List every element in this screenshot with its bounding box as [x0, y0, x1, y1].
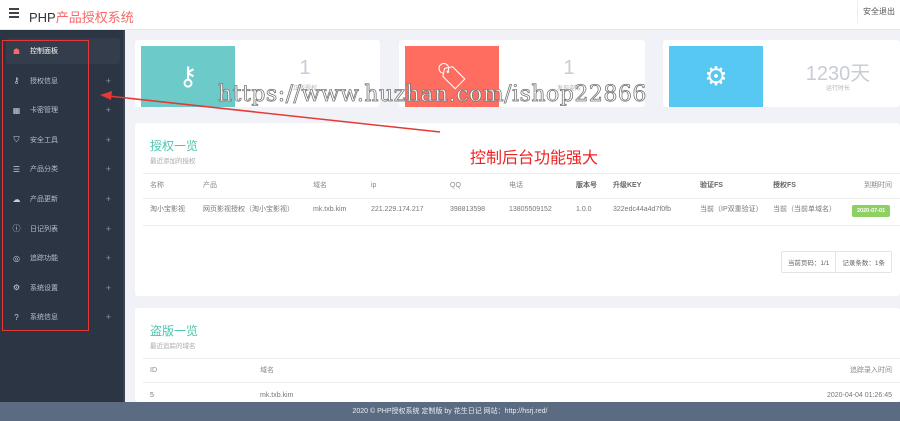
table-cell: 13805509152 [509, 206, 552, 213]
col-header: ip [371, 182, 377, 189]
brand-suffix: 产品授权系统 [55, 10, 134, 25]
stat-value: 1 [563, 57, 575, 79]
piracy-domain: mk.txb.kim [260, 392, 294, 399]
table-cell: 398813598 [450, 206, 486, 213]
sidebar-item-label: 系统设置 [30, 284, 58, 292]
sidebar-item-label: 授权信息 [30, 77, 58, 85]
sidebar-item-label: 产品更新 [30, 196, 58, 203]
table-cell: 当前（当前单域名） [773, 206, 836, 213]
table-cell: mk.txb.kim [313, 206, 347, 213]
col-header: 电话 [509, 182, 523, 189]
table-cell: 221.229.174.217 [371, 206, 424, 213]
expand-icon[interactable]: + [106, 194, 111, 204]
question-icon: ? [14, 312, 19, 322]
top-header: PHP产品授权系统 安全退出 [0, 0, 900, 30]
stat-card-2: ⚙ 1230天 运行时长 [663, 40, 900, 107]
cogs-icon: ⚙ [12, 283, 21, 293]
col-id: ID [150, 367, 157, 374]
sidebar-item-6[interactable]: ⓘ 日记列表 + [6, 216, 120, 242]
pagination: 当前页码：1/1 记录条数：1条 [780, 251, 892, 273]
sidebar-item-label: 追踪功能 [30, 255, 58, 263]
sidebar-item-7[interactable]: ◎ 追踪功能 + [6, 245, 120, 271]
stat-card-1: 🏷 1 发现盗版 [399, 40, 645, 107]
brand-title: PHP产品授权系统 [29, 7, 134, 26]
sidebar-item-0[interactable]: ☗ 控制面板 [6, 38, 120, 64]
logout-button[interactable]: 安全退出 [857, 0, 900, 24]
list-icon: ☰ [12, 164, 21, 174]
card-icon: ▦ [12, 105, 21, 115]
record-count: 记录条数：1条 [835, 252, 891, 272]
auth-title: 授权一览 [150, 139, 199, 153]
expand-icon[interactable]: + [106, 224, 111, 234]
col-header: 名称 [150, 182, 164, 189]
piracy-time: 2020-04-04 01:26:45 [827, 392, 892, 399]
sidebar-item-2[interactable]: ▦ 卡密管理 + [6, 97, 120, 123]
cloud-upload-icon: ☁ [12, 194, 21, 204]
col-header: 域名 [313, 182, 327, 189]
expand-icon[interactable]: + [106, 105, 111, 115]
stat-label: 发现盗版 [556, 86, 581, 92]
sidebar-item-label: 控制面板 [30, 48, 58, 55]
tag-icon: 🏷 [405, 46, 499, 107]
sidebar-item-label: 系统信息 [30, 314, 58, 322]
dashboard-icon: ☗ [12, 46, 21, 56]
sidebar-item-3[interactable]: ⛉ 安全工具 + [6, 127, 120, 153]
stat-label: 运行时长 [825, 86, 850, 92]
table-cell: 当前（IP双重验证） [700, 206, 763, 213]
expand-icon[interactable]: + [106, 312, 111, 322]
expand-icon[interactable]: + [106, 164, 111, 174]
key-icon: ⚷ [141, 46, 235, 107]
shield-icon: ⛉ [13, 134, 20, 144]
sidebar-item-1[interactable]: ⚷ 授权信息 + [6, 68, 120, 94]
expand-icon[interactable]: + [106, 135, 111, 145]
sidebar-item-label: 安全工具 [30, 136, 58, 144]
col-time: 追踪录入时间 [850, 367, 892, 374]
piracy-id: 5 [150, 392, 154, 399]
col-header: 版本号 [576, 182, 597, 189]
col-header: 授权FS [773, 182, 796, 189]
cogs-icon: ⚙ [669, 46, 763, 107]
expand-icon[interactable]: + [106, 76, 111, 86]
col-header: 验证FS [700, 182, 723, 189]
expand-icon[interactable]: + [106, 283, 111, 293]
table-cell: 网页影视授权（淘小宝影视） [203, 206, 294, 213]
col-header: 产品 [203, 182, 217, 189]
brand-prefix: PHP [29, 10, 56, 25]
piracy-title: 盗版一览 [150, 324, 199, 338]
key-icon: ⚷ [13, 76, 20, 86]
col-header: 升级KEY [613, 182, 642, 189]
table-cell: 1.0.0 [576, 206, 592, 213]
sidebar-item-label: 卡密管理 [30, 107, 58, 115]
target-icon: ◎ [13, 253, 20, 263]
piracy-subtitle: 最近追踪的域名 [150, 343, 196, 350]
table-cell: 322edc44a4d7f0fb [613, 206, 671, 213]
sidebar-item-5[interactable]: ☁ 产品更新 + [6, 186, 120, 212]
sidebar-item-label: 日记列表 [30, 225, 58, 233]
hamburger-menu-icon[interactable] [9, 8, 19, 18]
piracy-panel: 盗版一览 最近追踪的域名 ID 域名 追踪录入时间 5 mk.txb.kim 2… [135, 308, 900, 402]
expand-icon[interactable]: + [106, 253, 111, 263]
stat-card-0: ⚷ 1 正版授权 [135, 40, 380, 107]
sidebar: ☗ 控制面板 ⚷ 授权信息 + ▦ 卡密管理 + ⛉ 安全工具 + ☰ 产品分类 + ☁ 产品更新 + ⓘ 日记列表… [0, 30, 125, 402]
stat-value: 1230天 [805, 63, 871, 85]
col-header: 到期时间 [864, 182, 892, 189]
footer: 2020 © PHP授权系统 定制版 by 花生日记 网站：http://hsr… [0, 402, 900, 421]
sidebar-item-8[interactable]: ⚙ 系统设置 + [6, 275, 120, 301]
page-indicator[interactable]: 当前页码：1/1 [782, 252, 836, 272]
stat-value: 1 [299, 57, 311, 79]
stat-label: 正版授权 [292, 86, 317, 92]
col-domain: 域名 [260, 367, 274, 374]
sidebar-item-label: 产品分类 [30, 166, 58, 174]
auth-subtitle: 最近添加的授权 [150, 158, 196, 165]
table-cell: 淘小宝影视 [150, 206, 185, 213]
col-header: QQ [450, 182, 461, 189]
sidebar-item-9[interactable]: ? 系统信息 + [6, 304, 120, 330]
annotation-text: 控制后台功能强大 [470, 150, 599, 167]
info-icon: ⓘ [12, 224, 21, 234]
sidebar-item-4[interactable]: ☰ 产品分类 + [6, 156, 120, 182]
expiry-badge: 2020-07-01 [852, 205, 891, 217]
